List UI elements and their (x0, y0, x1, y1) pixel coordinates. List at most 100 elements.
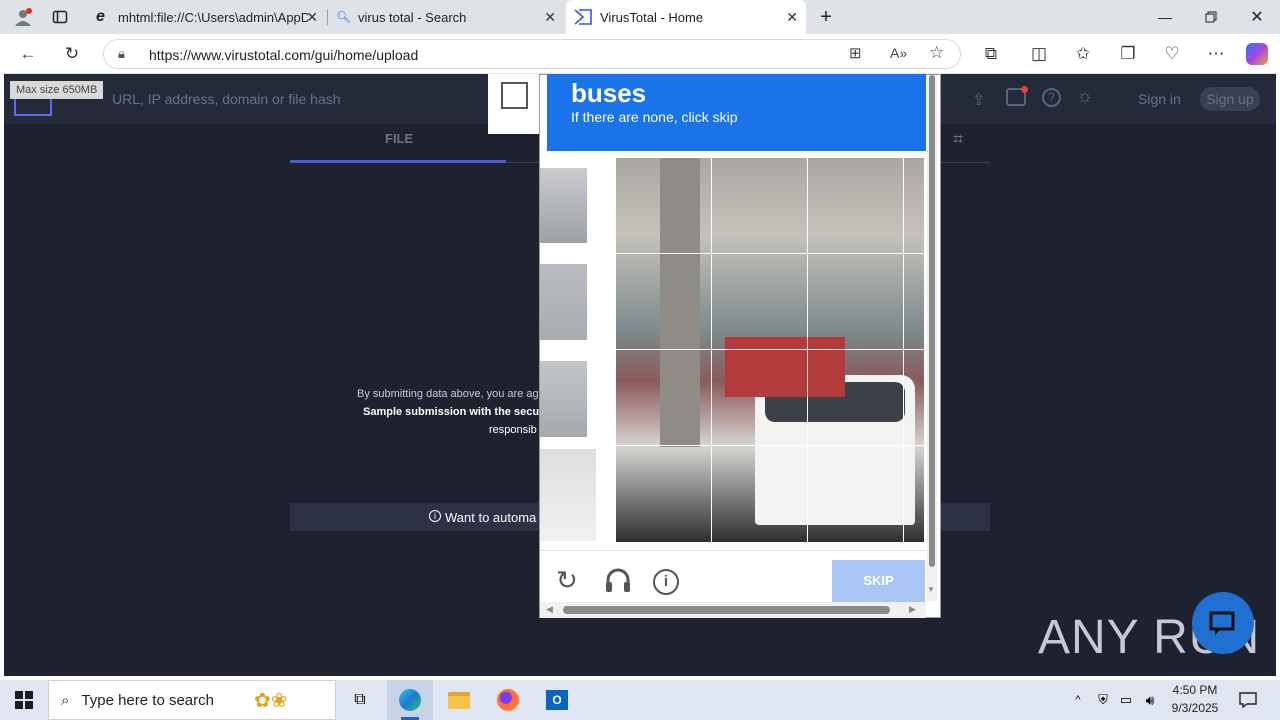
restore-button[interactable] (1199, 0, 1223, 34)
captcha-header: buses If there are none, click skip (547, 74, 926, 151)
tab-strip: e mhtml:file://C:\Users\admin\AppD ✕ 🔍︎ … (0, 0, 1280, 34)
captcha-tile[interactable] (903, 253, 925, 350)
captcha-tile[interactable] (807, 157, 904, 254)
captcha-footer-divider (540, 550, 926, 551)
search-icon: ⌕ (61, 691, 70, 709)
more-menu-icon[interactable]: ⋯ (1205, 44, 1227, 64)
captcha-tile[interactable] (903, 445, 925, 543)
info-icon[interactable]: i (653, 569, 679, 595)
captcha-instruction: If there are none, click skip (571, 109, 738, 125)
captcha-thumbnail (540, 361, 587, 437)
captcha-tile[interactable] (807, 445, 904, 543)
captcha-tile[interactable] (615, 157, 712, 254)
copilot-icon[interactable] (1246, 43, 1268, 65)
taskbar-date[interactable]: 9/3/2025 (1165, 701, 1225, 715)
new-tab-button[interactable]: + (815, 0, 837, 34)
chevron-up-icon[interactable]: ^ (1068, 680, 1088, 720)
captcha-checkbox[interactable] (501, 82, 528, 109)
ie-icon: e (96, 8, 105, 25)
captcha-tile[interactable] (807, 253, 904, 350)
captcha-target: buses (571, 78, 647, 108)
browser-essentials-icon[interactable]: ♡ (1161, 44, 1183, 64)
skip-button[interactable]: SKIP (832, 560, 925, 602)
captcha-tile[interactable] (711, 157, 808, 254)
sign-in-link[interactable]: Sign in (1138, 91, 1181, 107)
captcha-tile[interactable] (615, 445, 712, 543)
sign-up-button[interactable]: Sign up (1200, 87, 1260, 111)
scrollbar-thumb[interactable] (929, 75, 935, 567)
minimize-button[interactable]: — (1153, 0, 1177, 34)
scroll-down-icon[interactable]: ▼ (927, 585, 935, 594)
help-icon[interactable]: ? (1042, 88, 1061, 107)
captcha-thumbnail (540, 168, 587, 243)
outlook-icon[interactable]: O (534, 680, 580, 720)
tab-file-underline (290, 160, 506, 163)
captcha-tile[interactable] (903, 157, 925, 254)
taskbar-time[interactable]: 4:50 PM (1165, 683, 1225, 697)
read-aloud-icon[interactable]: A» (890, 45, 907, 61)
flowers-icon: ✿❀ (253, 689, 288, 712)
tab-actions-icon[interactable] (48, 0, 72, 34)
horizontal-scrollbar[interactable]: ◀ ▶ (540, 602, 926, 618)
tab-mhtml[interactable]: e mhtml:file://C:\Users\admin\AppD ✕ (88, 0, 326, 34)
taskbar-search[interactable]: ⌕ Type here to search ✿❀ (48, 680, 336, 720)
virustotal-icon (574, 9, 592, 25)
edge-icon[interactable] (387, 680, 433, 720)
captcha-tile[interactable] (615, 253, 712, 350)
extensions-icon[interactable]: ⧉ (980, 44, 1002, 64)
chat-button[interactable] (1192, 592, 1254, 654)
task-view-icon[interactable]: ⧉ (342, 680, 378, 720)
tab-title: VirusTotal - Home (600, 9, 704, 25)
automate-text: Want to automa (445, 510, 537, 525)
security-icon[interactable]: ⛨ (1093, 680, 1113, 720)
reload-icon[interactable]: ↻ (556, 565, 578, 596)
vt-search-input[interactable]: URL, IP address, domain or file hash (112, 91, 341, 107)
lock-icon[interactable]: 🔒︎ (118, 46, 125, 62)
back-icon[interactable]: ← (17, 44, 39, 64)
url-text: https://www.virustotal.com/gui/home/uplo… (149, 47, 419, 63)
captcha-tile[interactable] (711, 349, 808, 446)
scrollbar-thumb[interactable] (563, 606, 890, 614)
scroll-left-icon[interactable]: ◀ (546, 604, 553, 615)
captcha-tile[interactable] (711, 253, 808, 350)
favorites-icon[interactable]: ✩ (1072, 44, 1094, 64)
collections-icon[interactable]: ❐ (1117, 44, 1139, 64)
app-icon[interactable]: ⊞ (849, 44, 862, 62)
captcha-tile[interactable] (615, 349, 712, 446)
captcha-dialog: buses If there are none, click skip ↻ i … (539, 74, 941, 618)
network-icon[interactable]: ▭ (1116, 680, 1136, 720)
vertical-scrollbar[interactable]: ▼ (927, 75, 937, 601)
captcha-thumbnail (540, 449, 596, 541)
theme-sun-icon[interactable]: ☼ (1076, 86, 1093, 108)
tab-file[interactable]: FILE (385, 131, 413, 146)
terms-text-bold: Sample submission with the secu (363, 406, 540, 418)
info-icon: i (429, 510, 441, 522)
close-icon[interactable]: ✕ (544, 9, 556, 26)
terms-text: By submitting data above, you are ag (357, 388, 539, 400)
profile-icon[interactable] (8, 0, 38, 34)
start-button[interactable] (0, 680, 48, 720)
scroll-right-icon[interactable]: ▶ (909, 604, 916, 615)
refresh-icon[interactable]: ↻ (61, 44, 83, 64)
captcha-tile[interactable] (903, 349, 925, 446)
firefox-icon[interactable] (485, 680, 531, 720)
tab-title: virus total - Search (358, 9, 467, 25)
notifications-center-icon[interactable] (1236, 680, 1260, 720)
tab-search[interactable]: 🔍︎ virus total - Search ✕ (328, 0, 564, 34)
tooltip: Max size 650MB (10, 81, 104, 99)
captcha-tile[interactable] (711, 445, 808, 543)
captcha-thumbnail (540, 264, 587, 340)
search-tab-icon[interactable]: ⌗ (953, 129, 963, 150)
address-bar[interactable]: 🔒︎ https://www.virustotal.com/gui/home/u… (103, 39, 961, 69)
audio-headphones-icon[interactable] (604, 567, 632, 598)
volume-icon[interactable]: 🔊︎ (1140, 680, 1160, 720)
split-screen-icon[interactable]: ◫ (1028, 44, 1050, 64)
favorite-star-icon[interactable]: ☆ (929, 43, 944, 63)
close-icon[interactable]: ✕ (786, 9, 798, 26)
captcha-tile[interactable] (807, 349, 904, 446)
upload-icon[interactable]: ⇪ (972, 90, 985, 110)
close-window-button[interactable]: ✕ (1245, 0, 1269, 34)
file-explorer-icon[interactable] (436, 680, 482, 720)
close-icon[interactable]: ✕ (306, 9, 318, 26)
tab-virustotal[interactable]: VirusTotal - Home ✕ (566, 0, 806, 34)
